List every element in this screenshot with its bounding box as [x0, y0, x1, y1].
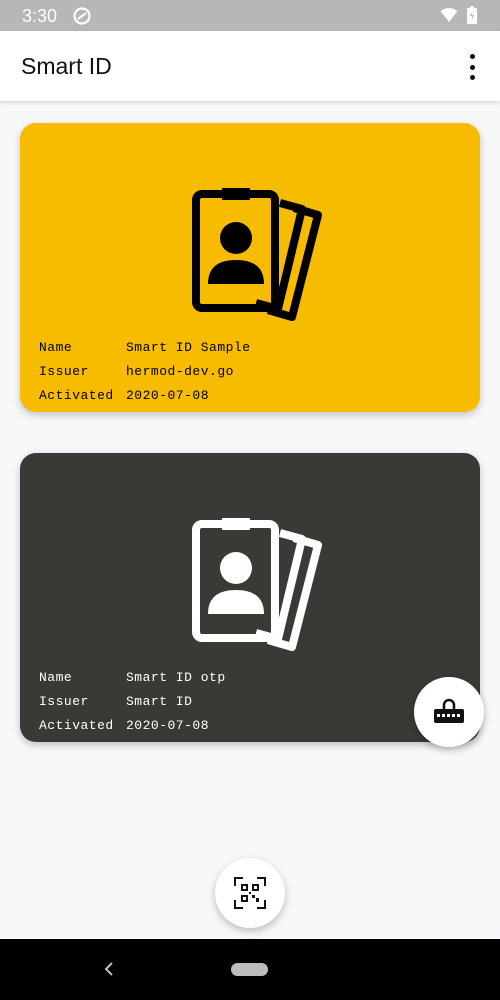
battery-icon	[467, 6, 477, 24]
card-row-issuer: Issuer hermod-dev.go	[39, 360, 251, 384]
field-label: Name	[39, 340, 73, 355]
scan-qr-button[interactable]	[215, 858, 285, 928]
card-row-name: Name Smart ID otp	[39, 666, 226, 690]
wifi-icon	[440, 8, 458, 22]
sync-icon	[73, 7, 91, 25]
more-vert-icon[interactable]	[462, 54, 482, 80]
app-bar: Smart ID	[0, 31, 500, 101]
page-title: Smart ID	[21, 53, 112, 79]
card-row-activated: Activated 2020-07-08	[39, 714, 226, 738]
status-bar: 3:30	[0, 0, 500, 31]
status-time: 3:30	[22, 6, 58, 26]
id-badge-stack-icon	[192, 518, 322, 651]
field-value: hermod-dev.go	[126, 364, 234, 379]
field-label: Name	[39, 670, 73, 685]
back-icon[interactable]	[103, 961, 115, 977]
id-badge-stack-icon	[192, 188, 322, 321]
card-row-issuer: Issuer Smart ID	[39, 690, 226, 714]
field-value: Smart ID otp	[126, 670, 226, 685]
field-value: Smart ID	[126, 694, 193, 709]
field-label: Activated	[39, 388, 114, 403]
card-info: Name Smart ID otp Issuer Smart ID Activa…	[39, 666, 226, 738]
card-row-activated: Activated 2020-07-08	[39, 384, 251, 408]
field-value: 2020-07-08	[126, 718, 210, 733]
field-value: 2020-07-08	[126, 388, 210, 403]
field-value: Smart ID Sample	[126, 340, 251, 355]
navigation-bar	[0, 939, 500, 1000]
home-pill-icon[interactable]	[231, 963, 268, 976]
card-row-name: Name Smart ID Sample	[39, 336, 251, 360]
field-label: Issuer	[39, 694, 89, 709]
id-card-smart-id-sample[interactable]: Name Smart ID Sample Issuer hermod-dev.g…	[20, 123, 480, 412]
id-card-smart-id-otp[interactable]: Name Smart ID otp Issuer Smart ID Activa…	[20, 453, 480, 742]
otp-button[interactable]	[414, 677, 484, 747]
field-label: Activated	[39, 718, 114, 733]
field-label: Issuer	[39, 364, 89, 379]
card-info: Name Smart ID Sample Issuer hermod-dev.g…	[39, 336, 251, 408]
keyboard-lock-icon	[434, 698, 464, 723]
qr-scan-icon	[234, 877, 266, 909]
